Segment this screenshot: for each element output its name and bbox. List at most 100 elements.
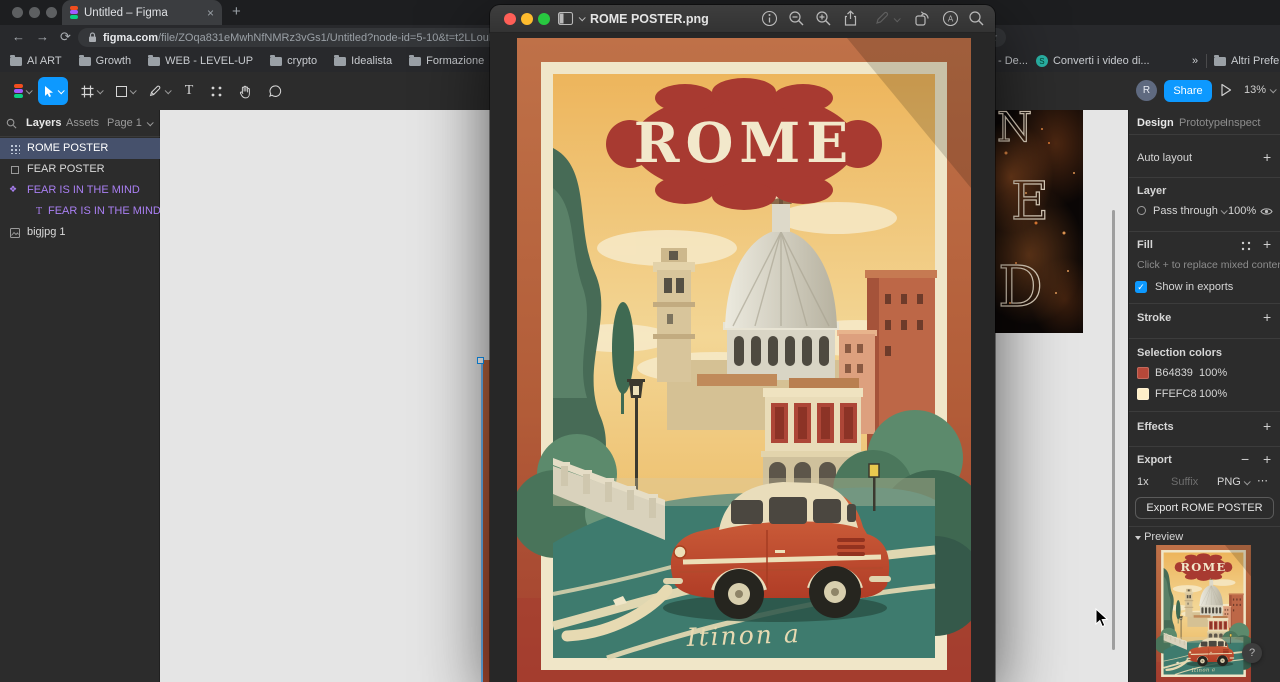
window-zoom-button[interactable] — [538, 13, 550, 25]
pen-tool[interactable] — [144, 72, 174, 110]
color-swatch-red[interactable] — [1137, 367, 1149, 379]
stroke-add-icon[interactable]: + — [1263, 309, 1271, 325]
share-icon[interactable] — [842, 10, 859, 27]
eye-icon[interactable] — [1260, 207, 1273, 216]
color-swatch-cream[interactable] — [1137, 388, 1149, 400]
new-tab-button[interactable]: + — [232, 3, 241, 20]
auto-layout-add-icon[interactable]: + — [1263, 149, 1271, 165]
figma-main-menu[interactable] — [8, 72, 36, 110]
comment-tool[interactable] — [262, 72, 288, 110]
export-remove-icon[interactable]: − — [1241, 451, 1249, 467]
present-button[interactable] — [1220, 83, 1232, 102]
show-in-exports-checkbox[interactable]: ✓ — [1135, 281, 1147, 293]
zoom-out-icon[interactable] — [788, 10, 805, 27]
move-tool[interactable] — [38, 77, 68, 105]
browser-minimize-button[interactable] — [29, 7, 40, 18]
color-hex[interactable]: FFEFC8 — [1155, 388, 1197, 400]
window-minimize-button[interactable] — [521, 13, 533, 25]
macos-preview-window[interactable]: ROME POSTER.png A ROME Itinon a — [490, 5, 995, 682]
export-format-dropdown[interactable]: PNG — [1217, 476, 1251, 488]
folder-icon — [1214, 54, 1226, 66]
text-tool[interactable]: T — [178, 72, 200, 110]
forward-icon[interactable]: → — [36, 29, 49, 44]
selection-handle[interactable] — [477, 357, 484, 364]
poster-title: ROME — [1181, 560, 1227, 574]
tab-layers[interactable]: Layers — [26, 117, 61, 129]
hand-icon — [239, 85, 250, 98]
export-preview-thumbnail: ROME Itinon a — [1156, 545, 1251, 682]
export-more-icon[interactable]: ⋯ — [1257, 474, 1268, 487]
layer-row-component[interactable]: ❖ FEAR IS IN THE MIND — [0, 180, 160, 201]
color-hex[interactable]: B64839 — [1155, 367, 1193, 379]
bookmark-item[interactable]: Growth — [78, 54, 131, 67]
preview-section-toggle[interactable]: Preview — [1135, 531, 1183, 543]
help-button[interactable]: ? — [1242, 643, 1262, 663]
export-scale[interactable]: 1x — [1137, 476, 1149, 488]
browser-tab[interactable]: Untitled – Figma × — [62, 0, 222, 25]
layer-row-bigjpg[interactable]: bigjpg 1 — [0, 222, 160, 243]
color-opacity[interactable]: 100% — [1199, 388, 1227, 400]
tab-assets[interactable]: Assets — [66, 117, 99, 129]
bookmark-item-truncated[interactable]: - De... — [998, 55, 1028, 67]
tab-inspect[interactable]: Inspect — [1225, 117, 1260, 129]
other-bookmarks[interactable]: Altri Preferiti — [1214, 54, 1280, 67]
layer-row-rome-poster[interactable]: ROME POSTER — [0, 138, 160, 159]
poster-signature: Itinon a — [685, 619, 801, 652]
bookmark-item[interactable]: AI ART — [10, 54, 62, 67]
canvas-scrollbar[interactable] — [1112, 210, 1115, 650]
bookmark-item[interactable]: crypto — [270, 54, 317, 67]
info-icon[interactable] — [761, 10, 778, 27]
browser-maximize-button[interactable] — [46, 7, 57, 18]
rotate-icon[interactable] — [914, 10, 931, 27]
export-suffix-placeholder[interactable]: Suffix — [1171, 476, 1198, 488]
window-close-button[interactable] — [504, 13, 516, 25]
resources-tool[interactable] — [204, 72, 228, 110]
fill-add-icon[interactable]: + — [1263, 236, 1271, 252]
tab-close-icon[interactable]: × — [207, 7, 214, 19]
layer-row-fear-poster[interactable]: FEAR POSTER — [0, 159, 160, 180]
sidebar-toggle-icon[interactable] — [558, 12, 575, 25]
tab-prototype[interactable]: Prototype — [1179, 117, 1226, 129]
reload-icon[interactable]: ⟳ — [60, 29, 71, 45]
layer-row-text[interactable]: T FEAR IS IN THE MIND — [0, 201, 161, 222]
shape-tool[interactable] — [110, 72, 140, 110]
search-icon[interactable] — [6, 118, 17, 129]
share-button[interactable]: Share — [1164, 80, 1212, 102]
properties-panel: Design Prototype Inspect Auto layout + L… — [1128, 110, 1280, 682]
fill-section-title: Fill — [1137, 239, 1153, 251]
markup-pen-icon[interactable] — [874, 10, 890, 26]
bookmark-item[interactable]: WEB - LEVEL-UP — [148, 54, 253, 67]
back-icon[interactable]: ← — [12, 29, 25, 44]
bookmark-item[interactable]: Idealista — [334, 54, 392, 67]
user-avatar[interactable]: R — [1136, 80, 1157, 101]
hand-tool[interactable] — [232, 72, 258, 110]
chevron-down-icon[interactable] — [578, 14, 586, 22]
search-icon[interactable] — [968, 10, 985, 27]
converti-icon: S — [1035, 55, 1048, 67]
comment-icon — [269, 85, 282, 98]
export-add-icon[interactable]: + — [1263, 451, 1271, 467]
layer-opacity[interactable]: 100% — [1228, 205, 1256, 217]
pen-icon — [149, 85, 161, 97]
fear-poster-artwork[interactable]: N E D — [993, 110, 1083, 333]
page-selector[interactable]: Page 1 — [107, 117, 154, 129]
color-opacity[interactable]: 100% — [1199, 367, 1227, 379]
blend-mode-dropdown[interactable]: Pass through — [1153, 205, 1228, 217]
bookmark-item[interactable]: Formazione — [409, 54, 484, 67]
bookmarks-overflow-chevron[interactable]: » — [1192, 55, 1198, 67]
effects-add-icon[interactable]: + — [1263, 418, 1271, 434]
tab-design[interactable]: Design — [1137, 117, 1174, 129]
rome-poster-frame-edge — [483, 360, 490, 682]
styles-icon[interactable] — [1241, 241, 1251, 251]
annotate-icon[interactable]: A — [942, 10, 959, 27]
zoom-level-dropdown[interactable]: 13% — [1244, 84, 1277, 96]
zoom-in-icon[interactable] — [815, 10, 832, 27]
blend-mode-icon — [1137, 206, 1146, 215]
bookmark-item-converti[interactable]: S Converti i video di... — [1035, 55, 1150, 67]
export-button[interactable]: Export ROME POSTER — [1135, 497, 1274, 519]
folder-icon — [148, 54, 161, 66]
fear-letter: D — [997, 255, 1043, 320]
preview-titlebar[interactable]: ROME POSTER.png A — [490, 5, 995, 33]
browser-close-button[interactable] — [12, 7, 23, 18]
frame-tool[interactable] — [76, 72, 106, 110]
